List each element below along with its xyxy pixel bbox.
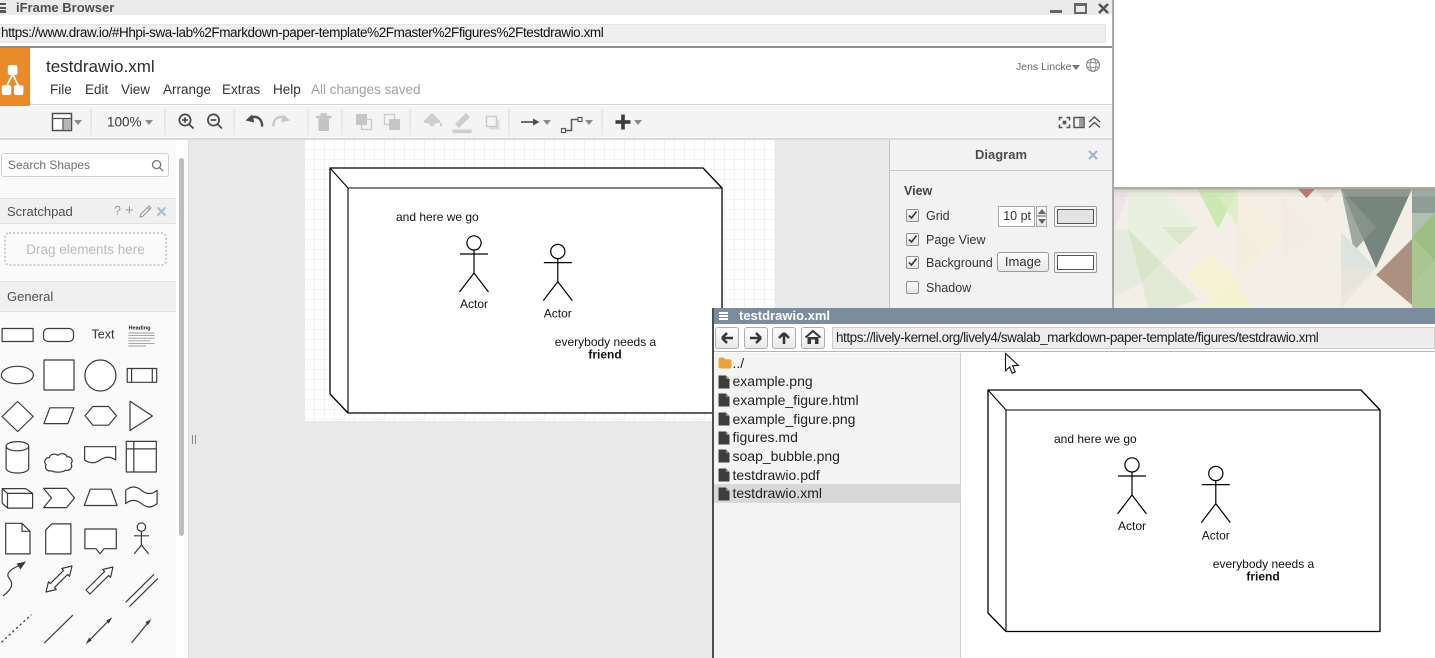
svg-text:100%: 100% (107, 114, 142, 129)
svg-text:friend: friend (588, 347, 621, 361)
svg-text:Text: Text (92, 327, 115, 341)
svg-text:Actor: Actor (544, 306, 572, 320)
svg-text:Actor: Actor (460, 297, 488, 311)
svg-text:friend: friend (1246, 570, 1279, 584)
svg-text:and here we go: and here we go (396, 210, 479, 224)
svg-text:and here we go: and here we go (1054, 432, 1137, 446)
svg-text:Heading: Heading (129, 325, 152, 331)
svg-text:Actor: Actor (1118, 519, 1146, 533)
svg-text:Actor: Actor (1202, 529, 1230, 543)
